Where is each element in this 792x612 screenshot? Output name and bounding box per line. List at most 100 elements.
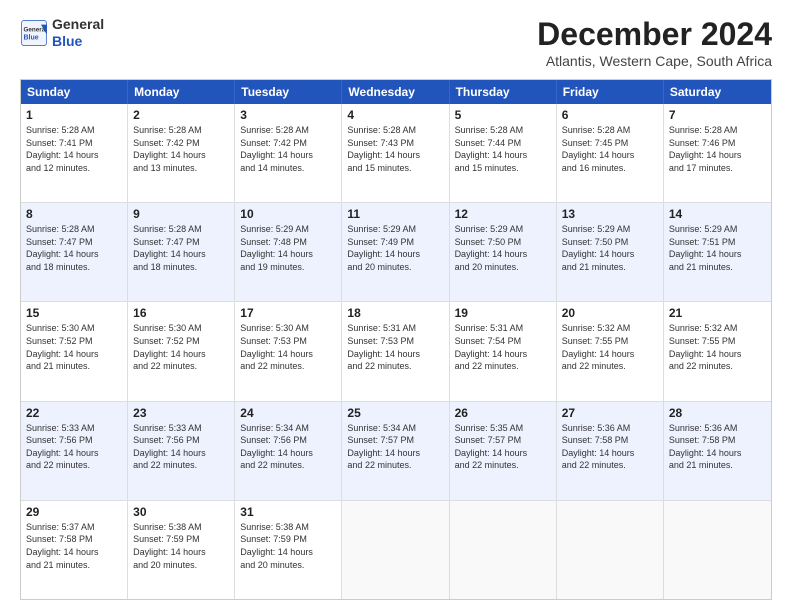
logo-blue: Blue xyxy=(52,33,104,50)
day-number: 9 xyxy=(133,207,229,221)
day-info: Sunrise: 5:36 AM Sunset: 7:58 PM Dayligh… xyxy=(669,422,766,472)
day-cell-4: 4 Sunrise: 5:28 AM Sunset: 7:43 PM Daylig… xyxy=(342,104,449,202)
day-info: Sunrise: 5:34 AM Sunset: 7:57 PM Dayligh… xyxy=(347,422,443,472)
day-cell-31: 31 Sunrise: 5:38 AM Sunset: 7:59 PM Dayli… xyxy=(235,501,342,599)
day-info: Sunrise: 5:33 AM Sunset: 7:56 PM Dayligh… xyxy=(133,422,229,472)
weekday-sunday: Sunday xyxy=(21,80,128,104)
day-cell-21: 21 Sunrise: 5:32 AM Sunset: 7:55 PM Dayli… xyxy=(664,302,771,400)
logo-general: General xyxy=(52,16,104,33)
day-number: 16 xyxy=(133,306,229,320)
day-cell-24: 24Sunrise: 5:34 AM Sunset: 7:56 PM Dayli… xyxy=(235,402,342,500)
day-info: Sunrise: 5:28 AM Sunset: 7:42 PM Dayligh… xyxy=(240,124,336,174)
day-number: 15 xyxy=(26,306,122,320)
calendar: Sunday Monday Tuesday Wednesday Thursday… xyxy=(20,79,772,600)
day-info: Sunrise: 5:32 AM Sunset: 7:55 PM Dayligh… xyxy=(562,322,658,372)
day-number: 7 xyxy=(669,108,766,122)
day-info: Sunrise: 5:28 AM Sunset: 7:41 PM Dayligh… xyxy=(26,124,122,174)
calendar-header: Sunday Monday Tuesday Wednesday Thursday… xyxy=(21,80,771,104)
day-number: 8 xyxy=(26,207,122,221)
calendar-week-4: 22 Sunrise: 5:33 AM Sunset: 7:56 PM Dayli… xyxy=(21,402,771,501)
day-info: Sunrise: 5:33 AM Sunset: 7:56 PM Dayligh… xyxy=(26,422,122,472)
empty-cell xyxy=(557,501,664,599)
day-number: 30 xyxy=(133,505,229,519)
page: General Blue General Blue December 2024 … xyxy=(0,0,792,612)
day-number: 27 xyxy=(562,406,658,420)
day-cell-3: 3 Sunrise: 5:28 AM Sunset: 7:42 PM Daylig… xyxy=(235,104,342,202)
day-info: Sunrise: 5:28 AM Sunset: 7:47 PM Dayligh… xyxy=(26,223,122,273)
day-cell-15: 15Sunrise: 5:30 AM Sunset: 7:52 PM Dayli… xyxy=(21,302,128,400)
day-cell-10: 10 Sunrise: 5:29 AM Sunset: 7:48 PM Dayli… xyxy=(235,203,342,301)
day-info: Sunrise: 5:29 AM Sunset: 7:50 PM Dayligh… xyxy=(455,223,551,273)
day-info: Sunrise: 5:28 AM Sunset: 7:45 PM Dayligh… xyxy=(562,124,658,174)
day-info: Sunrise: 5:29 AM Sunset: 7:50 PM Dayligh… xyxy=(562,223,658,273)
month-title: December 2024 xyxy=(537,16,772,53)
day-cell-25: 25 Sunrise: 5:34 AM Sunset: 7:57 PM Dayli… xyxy=(342,402,449,500)
calendar-week-3: 15 Sunrise: 5:30 AM Sunset: 7:52 PM Dayli… xyxy=(21,302,771,401)
day-number: 5 xyxy=(455,108,551,122)
day-info: Sunrise: 5:29 AM Sunset: 7:49 PM Dayligh… xyxy=(347,223,443,273)
day-cell-14: 14 Sunrise: 5:29 AM Sunset: 7:51 PM Dayli… xyxy=(664,203,771,301)
day-info: Sunrise: 5:35 AM Sunset: 7:57 PM Dayligh… xyxy=(455,422,551,472)
day-number: 4 xyxy=(347,108,443,122)
day-number: 31 xyxy=(240,505,336,519)
day-number: 19 xyxy=(455,306,551,320)
weekday-tuesday: Tuesday xyxy=(235,80,342,104)
weekday-wednesday: Wednesday xyxy=(342,80,449,104)
day-number: 13 xyxy=(562,207,658,221)
day-cell-29: 29Sunrise: 5:37 AM Sunset: 7:58 PM Dayli… xyxy=(21,501,128,599)
day-info: Sunrise: 5:31 AM Sunset: 7:54 PM Dayligh… xyxy=(455,322,551,372)
svg-text:Blue: Blue xyxy=(24,34,39,41)
location-title: Atlantis, Western Cape, South Africa xyxy=(537,53,772,69)
day-cell-2: 2Sunrise: 5:28 AM Sunset: 7:42 PM Daylig… xyxy=(128,104,235,202)
header: General Blue General Blue December 2024 … xyxy=(20,16,772,69)
day-number: 10 xyxy=(240,207,336,221)
weekday-saturday: Saturday xyxy=(664,80,771,104)
day-info: Sunrise: 5:29 AM Sunset: 7:51 PM Dayligh… xyxy=(669,223,766,273)
day-cell-27: 27 Sunrise: 5:36 AM Sunset: 7:58 PM Dayli… xyxy=(557,402,664,500)
day-info: Sunrise: 5:30 AM Sunset: 7:52 PM Dayligh… xyxy=(133,322,229,372)
logo-icon: General Blue xyxy=(20,19,48,47)
day-cell-12: 12 Sunrise: 5:29 AM Sunset: 7:50 PM Dayli… xyxy=(450,203,557,301)
day-info: Sunrise: 5:38 AM Sunset: 7:59 PM Dayligh… xyxy=(133,521,229,571)
day-number: 25 xyxy=(347,406,443,420)
day-number: 18 xyxy=(347,306,443,320)
empty-cell xyxy=(450,501,557,599)
day-cell-11: 11 Sunrise: 5:29 AM Sunset: 7:49 PM Dayli… xyxy=(342,203,449,301)
day-cell-6: 6Sunrise: 5:28 AM Sunset: 7:45 PM Daylig… xyxy=(557,104,664,202)
day-cell-23: 23Sunrise: 5:33 AM Sunset: 7:56 PM Dayli… xyxy=(128,402,235,500)
day-cell-8: 8 Sunrise: 5:28 AM Sunset: 7:47 PM Daylig… xyxy=(21,203,128,301)
day-number: 20 xyxy=(562,306,658,320)
day-cell-16: 16 Sunrise: 5:30 AM Sunset: 7:52 PM Dayli… xyxy=(128,302,235,400)
day-number: 14 xyxy=(669,207,766,221)
day-info: Sunrise: 5:28 AM Sunset: 7:43 PM Dayligh… xyxy=(347,124,443,174)
calendar-body: 1 Sunrise: 5:28 AM Sunset: 7:41 PM Daylig… xyxy=(21,104,771,599)
day-number: 29 xyxy=(26,505,122,519)
day-cell-26: 26 Sunrise: 5:35 AM Sunset: 7:57 PM Dayli… xyxy=(450,402,557,500)
weekday-monday: Monday xyxy=(128,80,235,104)
day-cell-1: 1 Sunrise: 5:28 AM Sunset: 7:41 PM Daylig… xyxy=(21,104,128,202)
day-number: 12 xyxy=(455,207,551,221)
day-info: Sunrise: 5:38 AM Sunset: 7:59 PM Dayligh… xyxy=(240,521,336,571)
day-number: 1 xyxy=(26,108,122,122)
day-number: 26 xyxy=(455,406,551,420)
day-info: Sunrise: 5:28 AM Sunset: 7:44 PM Dayligh… xyxy=(455,124,551,174)
day-number: 17 xyxy=(240,306,336,320)
day-number: 11 xyxy=(347,207,443,221)
day-info: Sunrise: 5:36 AM Sunset: 7:58 PM Dayligh… xyxy=(562,422,658,472)
day-cell-7: 7Sunrise: 5:28 AM Sunset: 7:46 PM Daylig… xyxy=(664,104,771,202)
day-info: Sunrise: 5:28 AM Sunset: 7:47 PM Dayligh… xyxy=(133,223,229,273)
day-cell-9: 9 Sunrise: 5:28 AM Sunset: 7:47 PM Daylig… xyxy=(128,203,235,301)
day-info: Sunrise: 5:31 AM Sunset: 7:53 PM Dayligh… xyxy=(347,322,443,372)
day-cell-22: 22 Sunrise: 5:33 AM Sunset: 7:56 PM Dayli… xyxy=(21,402,128,500)
day-cell-13: 13 Sunrise: 5:29 AM Sunset: 7:50 PM Dayli… xyxy=(557,203,664,301)
day-number: 21 xyxy=(669,306,766,320)
day-number: 3 xyxy=(240,108,336,122)
logo: General Blue General Blue xyxy=(20,16,104,50)
day-number: 28 xyxy=(669,406,766,420)
calendar-week-5: 29Sunrise: 5:37 AM Sunset: 7:58 PM Dayli… xyxy=(21,501,771,599)
day-cell-5: 5 Sunrise: 5:28 AM Sunset: 7:44 PM Daylig… xyxy=(450,104,557,202)
day-cell-18: 18 Sunrise: 5:31 AM Sunset: 7:53 PM Dayli… xyxy=(342,302,449,400)
day-info: Sunrise: 5:32 AM Sunset: 7:55 PM Dayligh… xyxy=(669,322,766,372)
day-number: 22 xyxy=(26,406,122,420)
day-info: Sunrise: 5:29 AM Sunset: 7:48 PM Dayligh… xyxy=(240,223,336,273)
